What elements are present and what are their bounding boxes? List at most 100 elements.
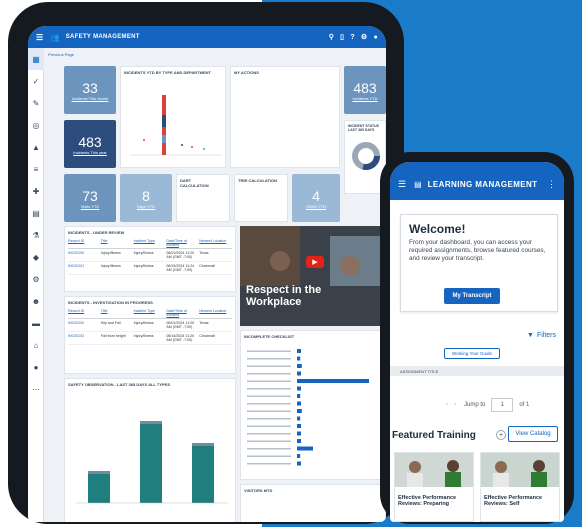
checklist-label-line bbox=[247, 433, 291, 435]
prev-icon[interactable]: ‹ bbox=[446, 402, 448, 408]
kpi-incidents-month[interactable]: 33 Incidents This Month bbox=[64, 66, 116, 114]
sidebar-item-settings[interactable]: ● bbox=[28, 356, 44, 378]
panel-title: MY ACTIONS bbox=[234, 70, 259, 75]
sidebar-item-inspections[interactable]: ◎ bbox=[28, 114, 44, 136]
table-row[interactable]: INC00102 Slip and Fall Injury/Illness 06… bbox=[68, 319, 232, 332]
course-card[interactable]: Effective Performance Reviews: Self bbox=[480, 452, 560, 522]
next-icon[interactable]: › bbox=[454, 402, 456, 408]
sidebar-item-training[interactable]: ✚ bbox=[28, 180, 44, 202]
checklist-bar bbox=[297, 349, 301, 353]
table-cell: 06/15/2024 11:24 AM (GMT -7:00) bbox=[166, 264, 195, 272]
panel-title: INCIDENTS - INVESTIGATION IN PROGRESS bbox=[68, 300, 153, 305]
table-row[interactable]: INC00100 Injury/Illness Injury/Illness 0… bbox=[68, 249, 232, 262]
user-icon[interactable]: ● bbox=[373, 34, 378, 41]
help-icon[interactable]: ? bbox=[350, 34, 355, 41]
checklist-label-line bbox=[247, 358, 291, 360]
table-row[interactable]: INC00103 Fall from height Injury/Illness… bbox=[68, 332, 232, 345]
sidebar-item-equipment[interactable]: ⚙ bbox=[28, 268, 44, 290]
sidebar-item-vehicles[interactable]: ▬ bbox=[28, 312, 44, 334]
video-title: Respect in the Workplace bbox=[246, 284, 322, 308]
sidebar-item-dashboard[interactable]: ▦ bbox=[28, 48, 44, 70]
table-cell: Fall from height bbox=[100, 334, 126, 338]
checklist-label-line bbox=[247, 448, 291, 450]
kpi-incidents-ytd[interactable]: 483 Incidents YTD bbox=[344, 66, 386, 114]
training-video-player[interactable]: ▶ Respect in the Workplace bbox=[240, 226, 386, 326]
incidents-type-chart bbox=[130, 95, 222, 156]
checklist-bar bbox=[297, 371, 301, 376]
more-icon[interactable]: ⋮ bbox=[547, 179, 556, 190]
column-header[interactable]: Date/Time of Incident bbox=[166, 239, 199, 247]
kpi-incidents-year[interactable]: 483 Incidents This year bbox=[64, 120, 116, 168]
phone-device: ☰ ▤ LEARNING MANAGEMENT ⋮ Welcome! From … bbox=[380, 152, 574, 524]
kpi-label: Incidents This Month bbox=[71, 95, 109, 101]
column-header[interactable]: Nearest Location bbox=[199, 239, 232, 247]
table-cell: Injury/Illness bbox=[133, 251, 154, 255]
plus-icon[interactable]: + bbox=[496, 430, 506, 440]
column-header[interactable]: Record ID bbox=[68, 309, 101, 317]
filters-button[interactable]: ▼ Filters bbox=[527, 332, 556, 339]
page-input[interactable]: 1 bbox=[491, 398, 514, 412]
working-guide-button[interactable]: Working Your Guide bbox=[444, 348, 500, 359]
table-cell: Cincinnati bbox=[199, 334, 215, 338]
featured-heading: Featured Training bbox=[392, 430, 476, 441]
breadcrumb[interactable]: Previous Page bbox=[48, 52, 74, 57]
panel-title: INCIDENTS YTD BY TYPE AND DEPARTMENT bbox=[124, 70, 211, 75]
checklist-label-line bbox=[247, 365, 291, 367]
checklist-bar bbox=[297, 454, 301, 458]
sidebar-item-incidents[interactable]: ▲ bbox=[28, 136, 44, 158]
search-icon[interactable]: ⚲ bbox=[329, 33, 334, 41]
table-cell: Injury/Illness bbox=[133, 334, 154, 338]
checklist-bar bbox=[297, 439, 301, 443]
course-title: Effective Performance Reviews: Preparing bbox=[398, 495, 457, 507]
column-header[interactable]: Incident Type bbox=[134, 309, 167, 317]
kpi-label: Visits YTD bbox=[80, 203, 100, 209]
checklist-label-line bbox=[247, 418, 291, 420]
under-review-table: Record ID Title Incident Type Date/Time … bbox=[68, 239, 232, 275]
welcome-text: From your dashboard, you can access your… bbox=[409, 239, 546, 262]
sidebar-item-actions[interactable]: ✓ bbox=[28, 70, 44, 92]
sidebar-item-risk[interactable]: ◆ bbox=[28, 246, 44, 268]
record-id-link[interactable]: INC00100 bbox=[68, 251, 101, 259]
observation-panel: SAFETY OBSERVATION - LAST 365 DAYS ALL T… bbox=[64, 378, 236, 522]
course-card[interactable]: Effective Performance Reviews: Preparing bbox=[394, 452, 474, 522]
menu-icon[interactable]: ☰ bbox=[398, 179, 406, 190]
sidebar-item-audits[interactable]: ✎ bbox=[28, 92, 44, 114]
checklist-bar bbox=[297, 386, 301, 391]
record-id-link[interactable]: INC00103 bbox=[68, 334, 101, 342]
sidebar-item-documents[interactable]: ▤ bbox=[28, 202, 44, 224]
record-id-link[interactable]: INC00101 bbox=[68, 264, 101, 272]
panel-title: DART CALCULATION bbox=[180, 178, 209, 188]
sidebar-item-locations[interactable]: ⌂ bbox=[28, 334, 44, 356]
table-header: Record ID Title Incident Type Date/Time … bbox=[68, 239, 232, 249]
kpi-owis[interactable]: 4 OWIS YTD bbox=[292, 174, 340, 222]
column-header[interactable]: Date/Time of Incident bbox=[166, 309, 199, 317]
record-id-link[interactable]: INC00102 bbox=[68, 321, 101, 329]
checklist-label-line bbox=[247, 373, 291, 375]
view-catalog-button[interactable]: View Catalog bbox=[508, 426, 558, 442]
table-row[interactable]: INC00101 Injury/Illness Injury/Illness 0… bbox=[68, 262, 232, 275]
sidebar-item-more[interactable]: ⋯ bbox=[28, 378, 44, 400]
checklist-bar bbox=[297, 461, 301, 466]
column-header[interactable]: Record ID bbox=[68, 239, 101, 247]
observation-bar-cap bbox=[88, 471, 110, 474]
menu-icon[interactable]: ☰ bbox=[36, 33, 43, 42]
phone-icon[interactable]: ▯ bbox=[340, 33, 344, 41]
column-header[interactable]: Nearest Location bbox=[199, 309, 232, 317]
gear-icon[interactable]: ⚙ bbox=[361, 33, 368, 41]
column-header[interactable]: Title bbox=[101, 309, 134, 317]
sidebar-item-people[interactable]: ☻ bbox=[28, 290, 44, 312]
column-header[interactable]: Incident Type bbox=[134, 239, 167, 247]
kpi-days[interactable]: 8 Days YTD bbox=[120, 174, 172, 222]
sidebar-item-chemicals[interactable]: ⚗ bbox=[28, 224, 44, 246]
safety-top-bar: ☰ 👥 SAFETY MANAGEMENT ⚲ ▯ ? ⚙ ● bbox=[28, 26, 386, 48]
my-transcript-button[interactable]: My Transcript bbox=[444, 288, 500, 304]
kpi-visits[interactable]: 73 Visits YTD bbox=[64, 174, 116, 222]
table-cell: 06/01/2024 11:20 AM (GMT -7:00) bbox=[166, 321, 195, 329]
sidebar-item-reports[interactable]: ≡ bbox=[28, 158, 44, 180]
column-header[interactable]: Title bbox=[101, 239, 134, 247]
kpi-number: 33 bbox=[82, 79, 98, 96]
kpi-number: 483 bbox=[78, 133, 102, 150]
table-cell: Injury/Illness bbox=[100, 251, 121, 255]
play-icon[interactable]: ▶ bbox=[306, 256, 324, 268]
checklist-label-line bbox=[247, 388, 291, 390]
